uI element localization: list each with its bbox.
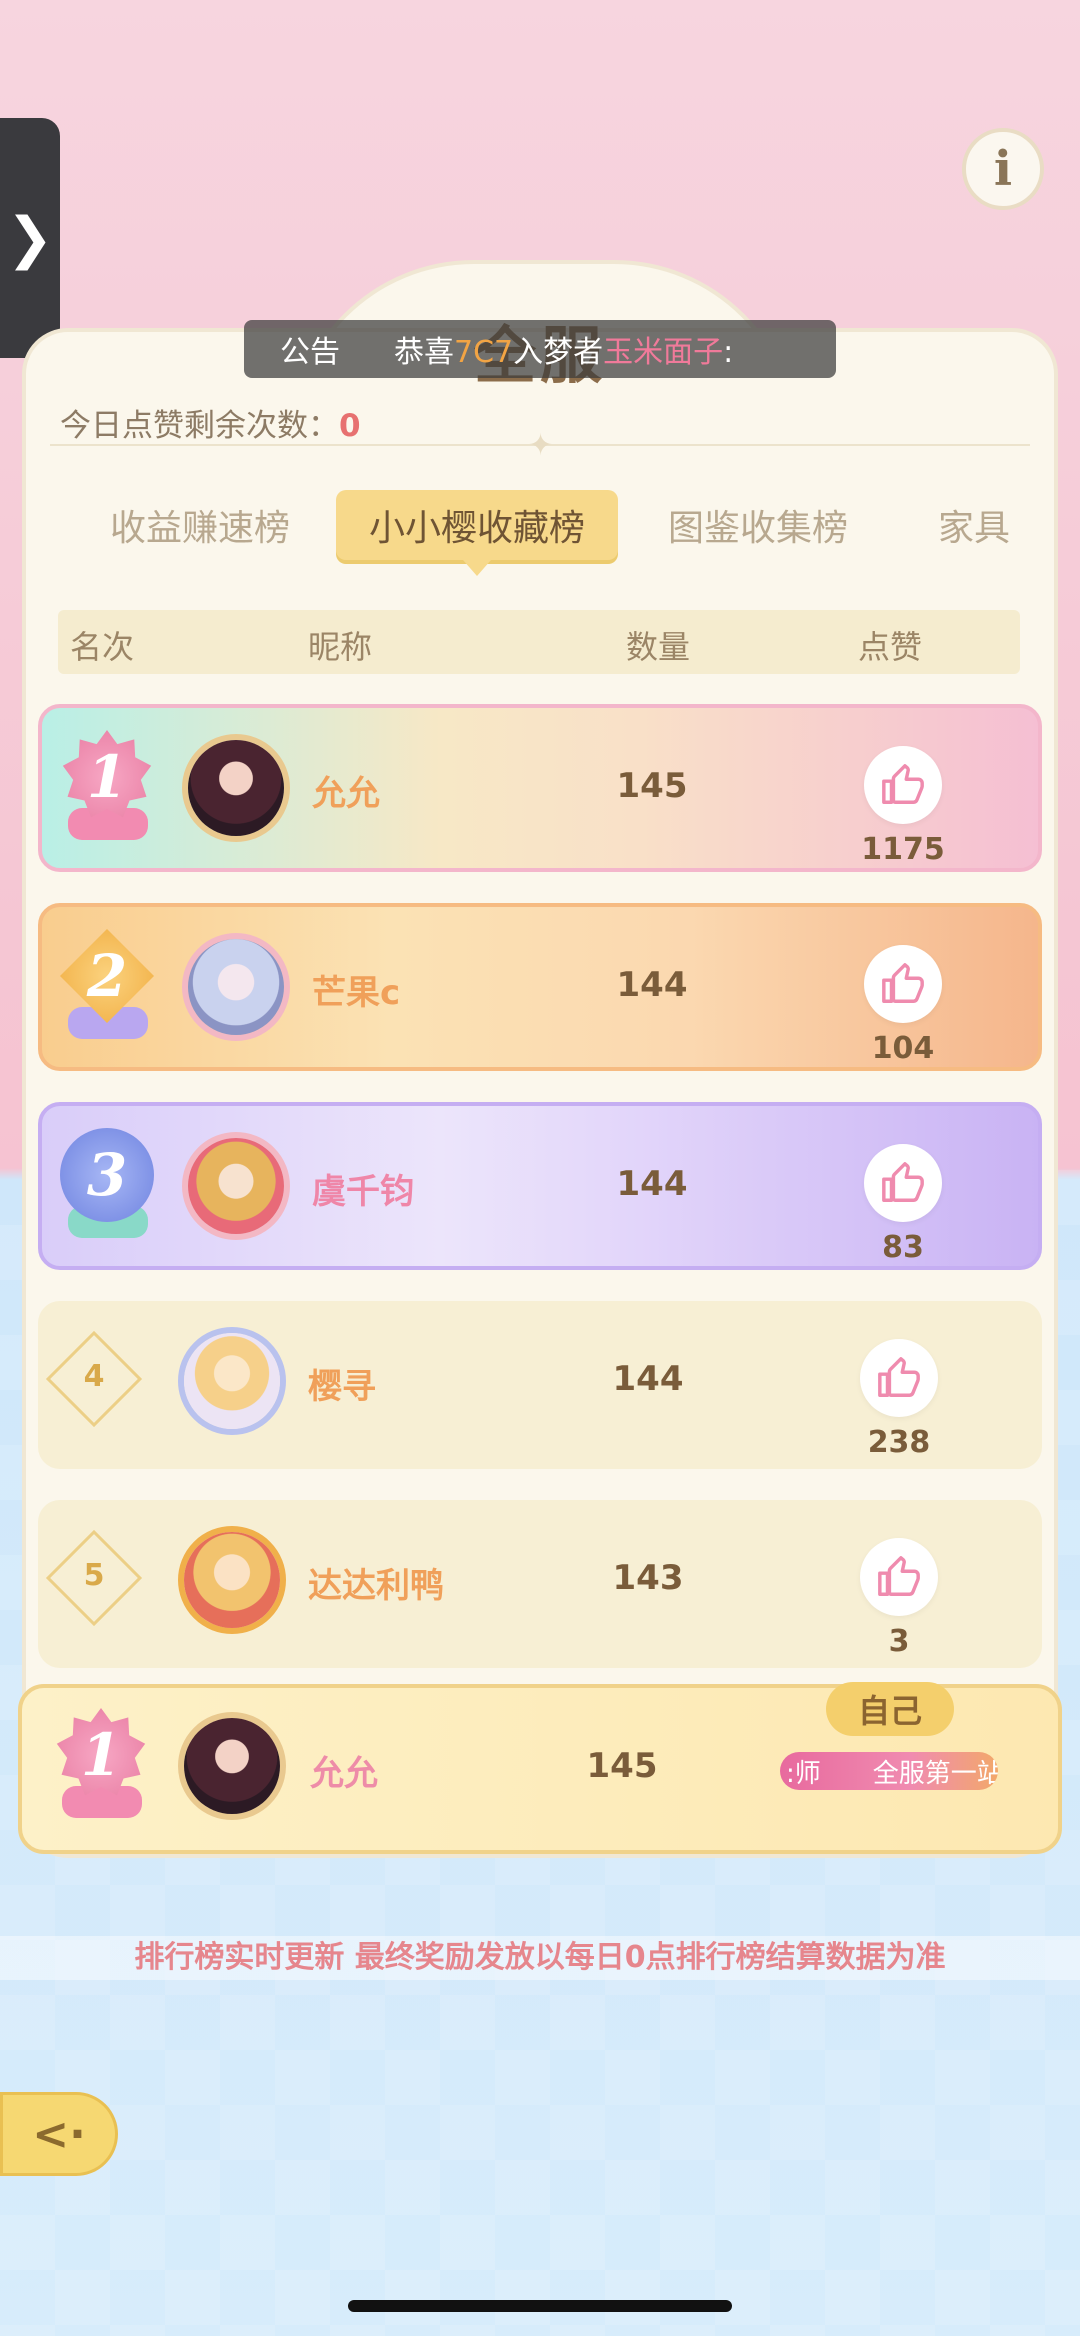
table-row: 3 虞千钧 144 83 (38, 1102, 1042, 1270)
ranking-tabs: 收益赚速榜 小小樱收藏榜 图鉴收集榜 家具 (0, 490, 1080, 576)
table-row: 1 允允 145 1175 (38, 704, 1042, 872)
avatar[interactable] (178, 1712, 286, 1820)
quantity-value: 144 (612, 1359, 684, 1399)
player-name[interactable]: 芒果c (312, 965, 400, 1014)
like-count: 1175 (861, 832, 945, 867)
tab-earnings[interactable]: 收益赚速榜 (100, 490, 300, 560)
tab-sakura-collection[interactable]: 小小樱收藏榜 (336, 490, 618, 576)
quantity-value: 145 (616, 766, 688, 806)
like-count: 104 (871, 1031, 935, 1066)
self-tag: 自己 (826, 1682, 954, 1736)
rank-number: 4 (83, 1359, 105, 1394)
header-nickname: 昵称 (308, 628, 373, 666)
table-row: 2 芒果c 144 104 (38, 903, 1042, 1071)
thumbs-up-icon (882, 1162, 924, 1202)
announcement-label: 公告 (280, 335, 340, 370)
table-row: 4 樱寻 144 238 (38, 1301, 1042, 1469)
rank-medal: 1 (58, 730, 158, 848)
title-badge: :师 全服第一站 (780, 1752, 998, 1790)
player-name: 允允 (310, 1754, 378, 1794)
player-name[interactable]: 樱寻 (308, 1359, 376, 1408)
avatar[interactable] (182, 734, 290, 842)
like-count: 3 (888, 1624, 910, 1659)
announcement-banner: 公告 恭喜7C7入梦者玉米面子: (244, 320, 836, 378)
header-likes: 点赞 (858, 628, 923, 666)
thumbs-up-icon (878, 1556, 920, 1596)
home-indicator (348, 2300, 732, 2312)
back-arrow-icon: <· (32, 2108, 86, 2160)
rank-number: 5 (83, 1558, 105, 1593)
avatar[interactable] (182, 1132, 290, 1240)
like-button[interactable] (860, 1339, 938, 1417)
avatar[interactable] (178, 1526, 286, 1634)
tab-furniture[interactable]: 家具 (938, 490, 1028, 560)
like-count: 238 (867, 1425, 931, 1460)
table-row: 5 达达利鸭 143 3 (38, 1500, 1042, 1668)
player-name[interactable]: 虞千钧 (312, 1164, 414, 1213)
thumbs-up-icon (882, 764, 924, 804)
like-button[interactable] (864, 945, 942, 1023)
update-notice: 排行榜实时更新 最终奖励发放以每日0点排行榜结算数据为准 (0, 1936, 1080, 1980)
tab-album-collection[interactable]: 图鉴收集榜 (660, 490, 856, 560)
quantity-value: 144 (616, 965, 688, 1005)
header-quantity: 数量 (626, 628, 691, 666)
quantity-value: 145 (586, 1746, 658, 1786)
quantity-value: 144 (616, 1164, 688, 1204)
avatar[interactable] (182, 933, 290, 1041)
rank-medal: 2 (58, 929, 158, 1047)
rank-medal: 1 (52, 1708, 152, 1826)
announcement-text: 恭喜7C7入梦者玉米面子: (394, 335, 734, 370)
rank-medal: 3 (58, 1128, 158, 1246)
remaining-likes: 今日点赞剩余次数：0 (60, 408, 361, 444)
like-button[interactable] (864, 746, 942, 824)
info-icon: i (993, 141, 1013, 197)
table-header: 名次 昵称 数量 点赞 (58, 610, 1020, 674)
chevron-right-icon: ❯ (6, 205, 54, 271)
thumbs-up-icon (882, 963, 924, 1003)
like-button[interactable] (860, 1538, 938, 1616)
like-button[interactable] (864, 1144, 942, 1222)
thumbs-up-icon (878, 1357, 920, 1397)
divider-star-icon: ✦ (528, 428, 554, 463)
like-count: 83 (882, 1230, 924, 1265)
quantity-value: 143 (612, 1558, 684, 1598)
header-rank: 名次 (70, 628, 135, 666)
player-name[interactable]: 允允 (312, 766, 380, 815)
avatar[interactable] (178, 1327, 286, 1435)
back-button[interactable]: <· (0, 2092, 118, 2176)
player-name[interactable]: 达达利鸭 (308, 1558, 444, 1607)
info-button[interactable]: i (962, 128, 1044, 210)
